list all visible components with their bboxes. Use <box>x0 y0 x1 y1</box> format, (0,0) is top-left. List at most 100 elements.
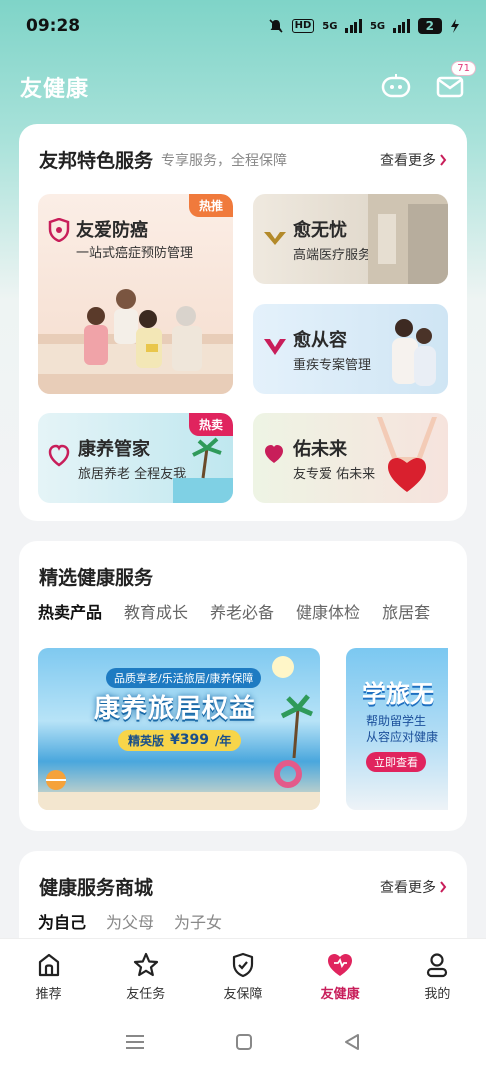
mall-tabs: 为自己 为父母 为子女 <box>38 909 222 933</box>
chevron-right-icon <box>440 880 447 893</box>
tile-name: 友爱防癌 <box>76 220 148 241</box>
status-bar: 09:28 HD 5G 5G 2 <box>0 0 486 52</box>
home-square-icon[interactable] <box>234 1032 254 1052</box>
charging-bolt-icon <box>451 19 459 33</box>
tile-desc: 一站式癌症预防管理 <box>76 246 194 261</box>
shield-icon <box>232 952 254 978</box>
nav-label: 友健康 <box>320 987 360 1002</box>
bottom-nav: 推荐 友任务 友保障 友健康 我的 <box>0 938 486 1014</box>
category-tabs: 热卖产品 教育成长 养老必备 健康体检 旅居套 <box>38 599 448 623</box>
back-triangle-icon[interactable] <box>342 1032 362 1052</box>
signal-5g-label: 5G <box>322 20 338 32</box>
signal-bars-icon-2 <box>393 19 410 33</box>
banner-headline: 康养旅居权益 <box>94 694 257 724</box>
messages-button[interactable]: 71 <box>434 61 476 103</box>
page-title: 友健康 <box>20 77 90 102</box>
price-pill: 精英版 ¥399 /年 <box>118 730 242 751</box>
tab-for-parents[interactable]: 为父母 <box>106 909 154 933</box>
nav-label: 友保障 <box>223 987 263 1002</box>
price-unit: /年 <box>214 734 232 748</box>
menu-icon[interactable] <box>124 1033 146 1051</box>
checkmark-logo-icon <box>264 232 286 245</box>
mail-icon <box>436 76 464 98</box>
banner2-cta-button[interactable]: 立即查看 <box>366 752 426 772</box>
robot-chat-icon <box>381 74 411 98</box>
float-ring-icon <box>274 760 302 788</box>
signal-5g-label-2: 5G <box>369 20 386 32</box>
banner2-line2: 从容应对健康 <box>366 730 439 744</box>
tab-hot-products[interactable]: 热卖产品 <box>38 599 102 623</box>
beach-ball-icon <box>46 770 66 790</box>
corridor-image <box>368 194 448 284</box>
more-label: 查看更多 <box>380 152 436 169</box>
more-label: 查看更多 <box>380 879 436 896</box>
signal-bars-icon <box>345 19 362 33</box>
tile-critical-illness[interactable]: 愈从容 重疾专案管理 <box>253 304 448 394</box>
nav-health[interactable]: 友健康 <box>300 951 380 1002</box>
banner-study-abroad[interactable]: 学旅无 帮助留学生 从容应对健康 立即查看 <box>346 648 448 810</box>
star-icon <box>133 952 158 977</box>
tile-desc: 高端医疗服务 <box>293 248 372 263</box>
nav-recommend[interactable]: 推荐 <box>9 951 89 1002</box>
tile-name: 愈从容 <box>293 330 347 351</box>
tab-for-self[interactable]: 为自己 <box>38 909 86 933</box>
edition-label: 精英版 <box>128 734 165 748</box>
hands-heart-image <box>377 417 437 492</box>
shield-logo-icon <box>48 218 70 242</box>
banner2-headline: 学旅无 <box>362 680 434 708</box>
mall-title: 健康服务商城 <box>39 877 154 899</box>
banner-footer-bar <box>38 792 320 810</box>
nav-label: 推荐 <box>35 987 62 1002</box>
tab-elderly[interactable]: 养老必备 <box>210 599 274 623</box>
tab-education[interactable]: 教育成长 <box>124 599 188 623</box>
tile-children-care[interactable]: 佑未来 友专爱 佑未来 <box>253 413 448 503</box>
tile-cancer-prevention[interactable]: 热推 友爱防癌 一站式癌症预防管理 <box>38 194 233 394</box>
selected-services-card: 精选健康服务 热卖产品 教育成长 养老必备 健康体检 旅居套 品质享老/乐活旅居… <box>19 541 467 831</box>
family-photo <box>38 289 233 394</box>
featured-subtitle: 专享服务，全程保障 <box>161 152 288 169</box>
tab-travel[interactable]: 旅居套 <box>382 599 430 623</box>
featured-services-card: 友邦特色服务 专享服务，全程保障 查看更多 热推 友爱防癌 一站式癌症预防管理 … <box>19 124 467 521</box>
chevron-right-icon <box>440 153 447 166</box>
hot-recommend-tag: 热推 <box>188 194 233 217</box>
nav-label: 我的 <box>424 987 451 1002</box>
nav-profile[interactable]: 我的 <box>397 951 477 1002</box>
banner-tagline: 品质享老/乐活旅居/康养保障 <box>106 668 262 688</box>
app-header: 友健康 71 <box>0 61 486 112</box>
status-icons: HD 5G 5G 2 <box>268 18 460 34</box>
heart-hand-logo-icon <box>265 445 283 463</box>
tile-high-end-medical[interactable]: 愈无忧 高端医疗服务 <box>253 194 448 284</box>
tile-desc: 旅居养老 全程友我 <box>78 467 187 482</box>
banner2-line1: 帮助留学生 <box>366 714 427 728</box>
nav-tasks[interactable]: 友任务 <box>106 951 186 1002</box>
heart-check-logo-icon <box>264 339 286 355</box>
status-time: 09:28 <box>26 16 81 36</box>
beach-palm-image <box>173 437 233 503</box>
banner-wellness-travel[interactable]: 品质享老/乐活旅居/康养保障 康养旅居权益 精英版 ¥399 /年 <box>38 648 320 810</box>
family-hug-image <box>392 319 436 386</box>
tile-elderly-care[interactable]: 热卖 康养管家 旅居养老 全程友我 <box>38 413 233 503</box>
palm-tree-icon <box>280 694 313 758</box>
sun-icon <box>272 656 294 678</box>
user-icon <box>427 953 448 978</box>
home-icon <box>38 953 59 977</box>
tab-for-children[interactable]: 为子女 <box>174 909 222 933</box>
mall-more-link[interactable]: 查看更多 <box>380 877 447 897</box>
tile-name: 康养管家 <box>78 439 150 460</box>
featured-title: 友邦特色服务 <box>39 150 154 172</box>
tab-checkup[interactable]: 健康体检 <box>296 599 360 623</box>
tile-desc: 友专爱 佑未来 <box>293 467 376 482</box>
tile-name: 愈无忧 <box>293 220 347 241</box>
selected-title: 精选健康服务 <box>39 567 154 589</box>
nav-label: 友任务 <box>126 987 166 1002</box>
price-value: ¥399 <box>170 732 209 748</box>
battery-indicator: 2 <box>417 18 442 34</box>
tile-desc: 重疾专案管理 <box>293 358 372 373</box>
system-nav-bar <box>0 1014 486 1069</box>
featured-more-link[interactable]: 查看更多 <box>380 150 447 170</box>
heart-icon <box>328 954 353 976</box>
hd-indicator: HD <box>291 19 315 33</box>
care-logo-icon <box>48 444 70 467</box>
assistant-button[interactable] <box>380 71 412 103</box>
nav-protection[interactable]: 友保障 <box>203 951 283 1002</box>
